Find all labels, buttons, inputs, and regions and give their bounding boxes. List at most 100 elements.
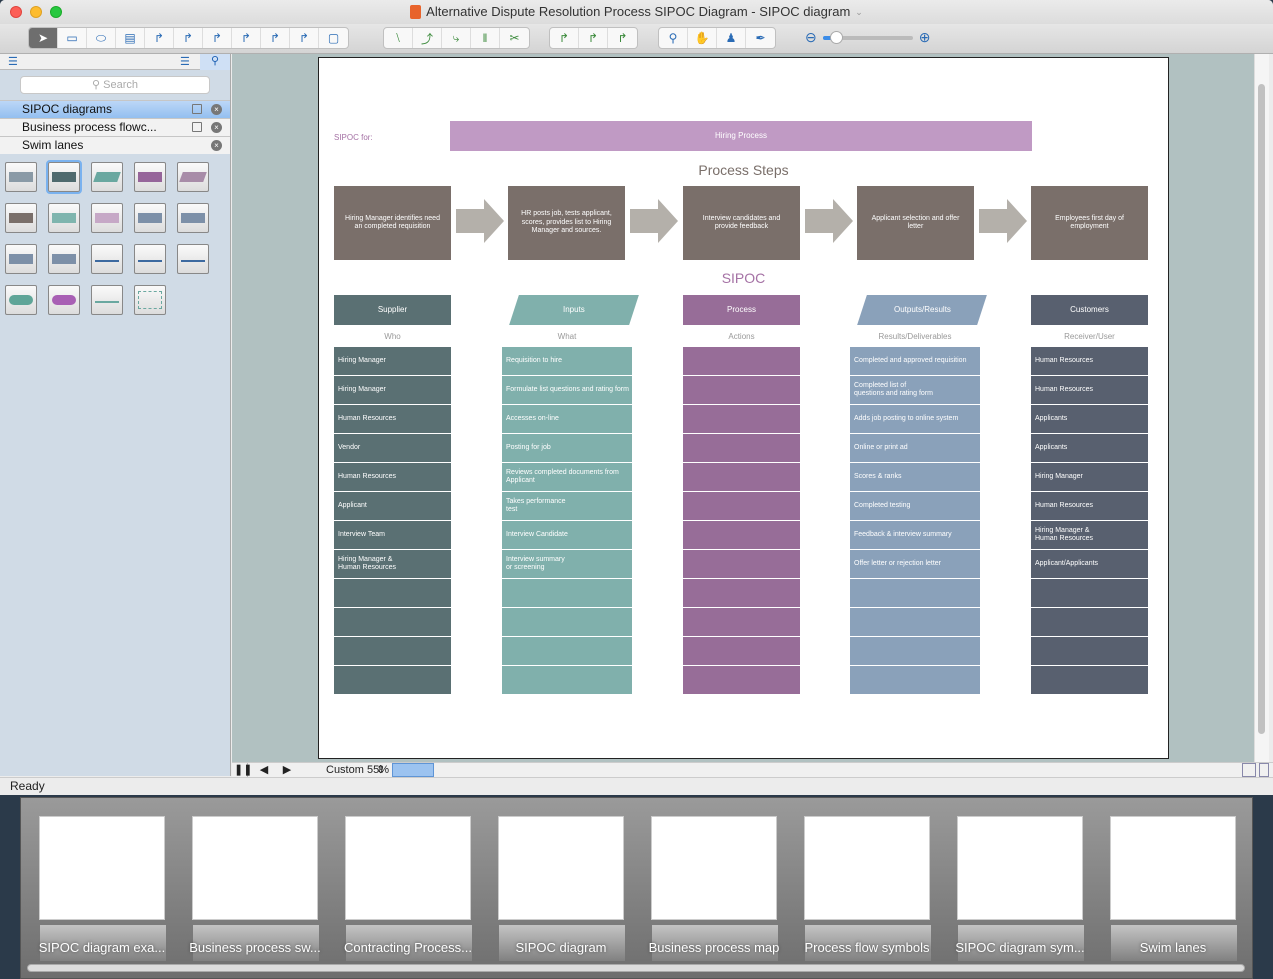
template-thumbnail[interactable]: [192, 816, 319, 961]
sipoc-cell[interactable]: Formulate list questions and rating form: [502, 376, 632, 404]
shape-parallelogram-lilac[interactable]: [177, 162, 209, 192]
sipoc-cell[interactable]: [683, 550, 800, 578]
bezier-tool-button[interactable]: ⤷: [442, 28, 471, 48]
chevron-down-icon[interactable]: ⌄: [855, 0, 863, 24]
arc-tool-button[interactable]: ⤴: [413, 28, 442, 48]
maximize-window-button[interactable]: [50, 6, 62, 18]
shape-document-teal[interactable]: [48, 203, 80, 233]
shape-arrow-down[interactable]: [48, 244, 80, 274]
template-label[interactable]: SIPOC diagram: [486, 940, 636, 955]
library-item[interactable]: SIPOC diagrams ×: [0, 100, 230, 118]
sipoc-cell[interactable]: [1031, 666, 1148, 694]
template-label[interactable]: SIPOC diagram sym...: [945, 940, 1095, 955]
shape-parallelogram-teal[interactable]: [91, 162, 123, 192]
sipoc-column-header[interactable]: Customers: [1031, 295, 1148, 325]
close-window-button[interactable]: [10, 6, 22, 18]
template-label[interactable]: Contracting Process...: [333, 940, 483, 955]
pan-tool-button[interactable]: ✋: [688, 28, 717, 48]
sipoc-cell[interactable]: Takes performance test: [502, 492, 632, 520]
process-step[interactable]: Employees first day of employment: [1031, 186, 1148, 260]
text-tool-button[interactable]: ▤: [116, 28, 145, 48]
sipoc-cell[interactable]: [334, 608, 451, 636]
sipoc-cell[interactable]: [683, 434, 800, 462]
line-tool-button[interactable]: ⧵: [384, 28, 413, 48]
template-thumbnail[interactable]: [345, 816, 472, 961]
cut-tool-button[interactable]: ✂: [500, 28, 529, 48]
template-label[interactable]: SIPOC diagram exa...: [27, 940, 177, 955]
shape-rectangle-brown[interactable]: [5, 203, 37, 233]
connector-1-button[interactable]: ↱: [145, 28, 174, 48]
sipoc-cell[interactable]: Applicant: [334, 492, 451, 520]
sipoc-cell[interactable]: Human Resources: [334, 405, 451, 433]
shape-terminator-purple[interactable]: [48, 285, 80, 315]
sipoc-cell[interactable]: Hiring Manager: [334, 347, 451, 375]
close-library-icon[interactable]: ×: [211, 140, 222, 151]
sipoc-cell[interactable]: [334, 637, 451, 665]
stamp-tool-button[interactable]: ♟: [717, 28, 746, 48]
fit-width-icon[interactable]: [1259, 763, 1269, 777]
shape-dashed-container[interactable]: [134, 285, 166, 315]
sipoc-cell[interactable]: Hiring Manager: [1031, 463, 1148, 491]
sipoc-cell[interactable]: [1031, 579, 1148, 607]
step-arrow[interactable]: [805, 199, 853, 243]
template-label[interactable]: Business process sw...: [180, 940, 330, 955]
zoom-in-icon[interactable]: ⊕: [919, 29, 931, 46]
sipoc-cell[interactable]: [850, 579, 980, 607]
diagram-page[interactable]: SIPOC for: Hiring Process Process Steps …: [318, 57, 1169, 759]
sipoc-column-header[interactable]: Outputs/Results: [857, 295, 987, 325]
sipoc-cell[interactable]: [502, 608, 632, 636]
sipoc-cell[interactable]: [683, 463, 800, 491]
split-tool-button[interactable]: ‖: [471, 28, 500, 48]
sipoc-cell[interactable]: [683, 637, 800, 665]
next-page-icon[interactable]: ▶: [277, 763, 297, 777]
sipoc-cell[interactable]: [683, 492, 800, 520]
sipoc-cell[interactable]: Interview Candidate: [502, 521, 632, 549]
sipoc-cell[interactable]: [334, 666, 451, 694]
shape-sipoc-table[interactable]: [5, 162, 37, 192]
shape-step-connector-2[interactable]: [134, 244, 166, 274]
sipoc-cell[interactable]: [683, 405, 800, 433]
rectangle-tool-button[interactable]: ▭: [58, 28, 87, 48]
sipoc-cell[interactable]: Interview Team: [334, 521, 451, 549]
connector-4-button[interactable]: ↱: [232, 28, 261, 48]
eyedropper-tool-button[interactable]: ✒: [746, 28, 775, 48]
sipoc-cell[interactable]: [1031, 608, 1148, 636]
template-thumbnail[interactable]: [651, 816, 778, 961]
process-step[interactable]: Interview candidates and provide feedbac…: [683, 186, 800, 260]
pause-icon[interactable]: ❚❚: [234, 763, 252, 777]
search-toggle-icon[interactable]: ⚲: [200, 54, 230, 70]
shape-terminator-teal[interactable]: [5, 285, 37, 315]
sipoc-cell[interactable]: Applicants: [1031, 434, 1148, 462]
sipoc-cell[interactable]: Completed testing: [850, 492, 980, 520]
template-thumbnail[interactable]: [1110, 816, 1237, 961]
sipoc-cell[interactable]: Completed list of questions and rating f…: [850, 376, 980, 404]
library-item[interactable]: Business process flowc... ×: [0, 118, 230, 136]
minimize-window-button[interactable]: [30, 6, 42, 18]
sipoc-cell[interactable]: [683, 376, 800, 404]
zoom-out-icon[interactable]: ⊖: [805, 29, 817, 46]
sipoc-cell[interactable]: [502, 579, 632, 607]
tree-view-icon[interactable]: ☰: [8, 55, 18, 68]
snap-1-button[interactable]: ↱: [550, 28, 579, 48]
template-label[interactable]: Swim lanes: [1098, 940, 1248, 955]
sipoc-cell[interactable]: [502, 637, 632, 665]
template-thumbnail[interactable]: [804, 816, 931, 961]
sipoc-cell[interactable]: Offer letter or rejection letter: [850, 550, 980, 578]
scrollbar-thumb[interactable]: [1258, 84, 1265, 734]
sipoc-cell[interactable]: Applicants: [1031, 405, 1148, 433]
fit-page-icon[interactable]: [1242, 763, 1256, 777]
template-scrollbar[interactable]: [27, 964, 1245, 972]
sipoc-cell[interactable]: Reviews completed documents from Applica…: [502, 463, 632, 491]
step-arrow[interactable]: [456, 199, 504, 243]
sipoc-cell[interactable]: Human Resources: [1031, 376, 1148, 404]
prev-page-icon[interactable]: ◀: [254, 763, 274, 777]
zoom-slider[interactable]: [822, 30, 913, 44]
connector-3-button[interactable]: ↱: [203, 28, 232, 48]
save-icon[interactable]: [192, 122, 202, 132]
connector-2-button[interactable]: ↱: [174, 28, 203, 48]
snap-2-button[interactable]: ↱: [579, 28, 608, 48]
sipoc-column-header[interactable]: Process: [683, 295, 800, 325]
shape-document-lilac[interactable]: [91, 203, 123, 233]
template-thumbnail[interactable]: [957, 816, 1084, 961]
sipoc-cell[interactable]: Posting for job: [502, 434, 632, 462]
